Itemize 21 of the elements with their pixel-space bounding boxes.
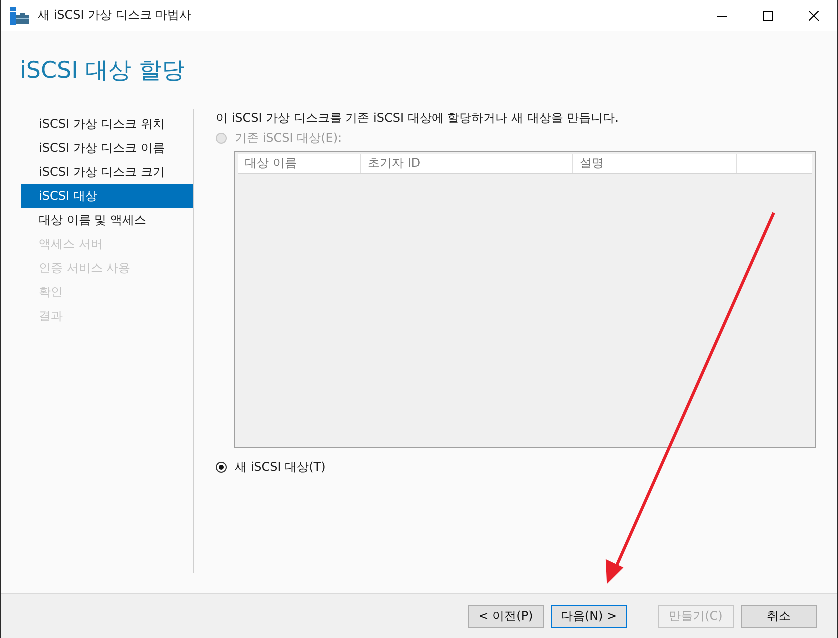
sidebar-item[interactable]: iSCSI 가상 디스크 크기 (21, 160, 193, 184)
sidebar-item[interactable]: iSCSI 대상 (21, 184, 193, 208)
radio-option[interactable]: 새 iSCSI 대상(T) (216, 458, 816, 476)
description-text: 이 iSCSI 가상 디스크를 기존 iSCSI 대상에 할당하거나 새 대상을 만듭니다. (216, 110, 620, 127)
wizard-button[interactable]: 취소 (741, 604, 817, 628)
maximize-icon (763, 10, 773, 20)
radio-icon[interactable] (216, 462, 227, 472)
sidebar-item[interactable]: iSCSI 가상 디스크 이름 (21, 136, 193, 160)
sidebar-item[interactable]: 대상 이름 및 액세스 (21, 208, 193, 232)
server-icon (10, 6, 30, 24)
column-header[interactable]: 초기자 ID (361, 154, 573, 173)
column-header[interactable]: 대상 이름 (238, 154, 361, 173)
close-icon (809, 10, 819, 20)
window-title: 새 iSCSI 가상 디스크 마법사 (38, 7, 192, 24)
radio-label: 새 iSCSI 대상(T) (235, 458, 326, 476)
column-header[interactable]: 설명 (573, 154, 737, 173)
wizard-button[interactable]: 다음(N) > (551, 604, 627, 628)
wizard-button[interactable]: < 이전(P) (468, 604, 544, 628)
sidebar-item[interactable]: iSCSI 가상 디스크 위치 (21, 112, 193, 136)
radio-label: 기존 iSCSI 대상(E): (235, 130, 342, 146)
page-title: iSCSI 대상 할당 (20, 56, 186, 86)
